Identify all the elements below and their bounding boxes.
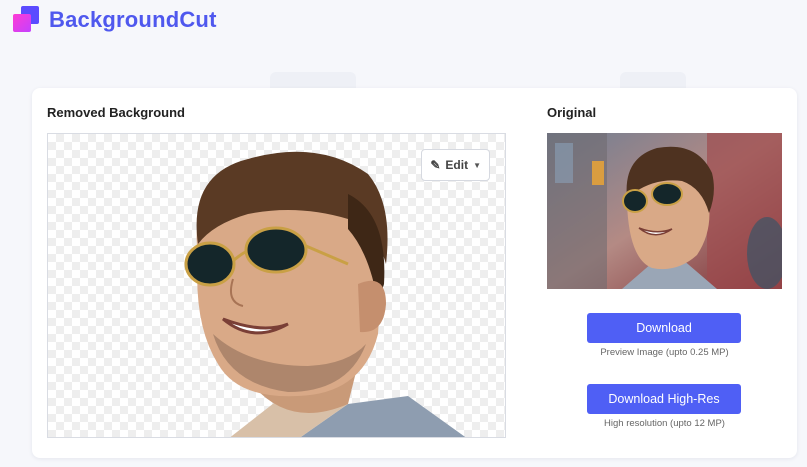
edit-label: Edit	[445, 158, 469, 172]
original-image	[547, 133, 782, 289]
brush-icon: ✎	[430, 158, 441, 172]
removed-background-image: ✎ Edit ▼	[47, 133, 506, 438]
result-card: Removed Background Original ✎ Edit ▼ Dow…	[32, 88, 797, 458]
logo-icon	[13, 6, 41, 34]
download-high-res-hint: High resolution (upto 12 MP)	[604, 418, 725, 429]
brand-name: BackgroundCut	[49, 7, 217, 32]
download-button[interactable]: Download	[587, 313, 741, 343]
original-photo	[547, 133, 782, 289]
download-high-res-button[interactable]: Download High-Res	[587, 384, 741, 414]
download-hint: Preview Image (upto 0.25 MP)	[600, 347, 729, 358]
removed-background-title: Removed Background	[47, 105, 185, 120]
brand-logo[interactable]: BackgroundCut	[13, 6, 217, 34]
original-title: Original	[547, 105, 597, 120]
edit-button[interactable]: ✎ Edit ▼	[421, 149, 490, 181]
chevron-down-icon: ▼	[473, 160, 481, 170]
